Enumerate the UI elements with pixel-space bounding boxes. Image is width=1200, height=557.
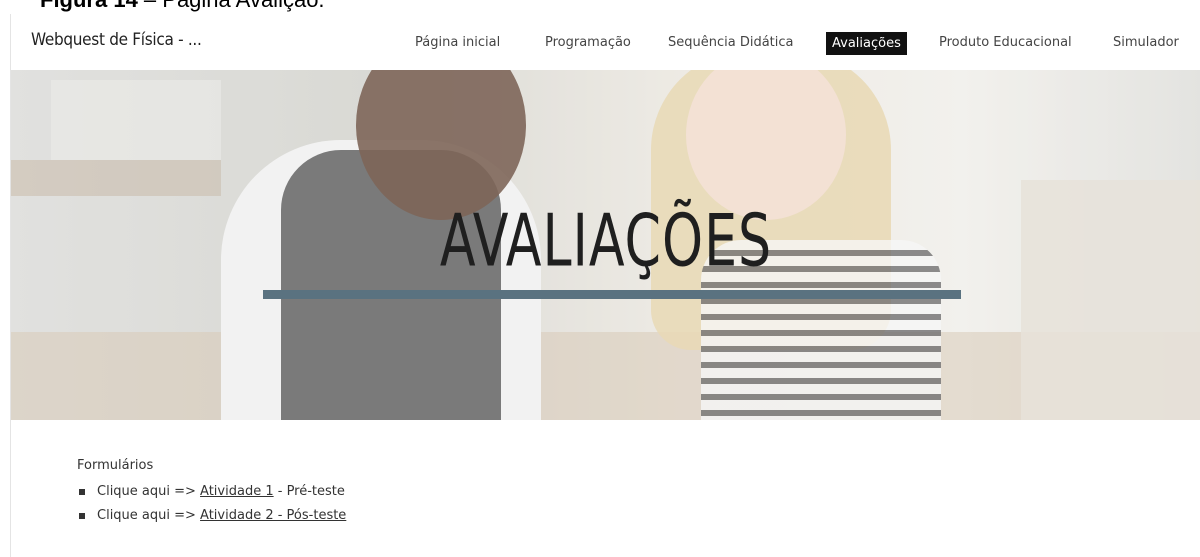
forms-list: Clique aqui => Atividade 1 - Pré-teste C… (77, 480, 346, 528)
list-item-suffix: - Pré-teste (273, 484, 345, 499)
top-navbar: Webquest de Física - ... Página inicial … (11, 14, 1200, 71)
nav-programacao[interactable]: Programação (539, 31, 637, 55)
list-item: Clique aqui => Atividade 2 - Pós-teste (77, 504, 346, 528)
figure-caption: Figura 14 – Página Avalição. (40, 0, 325, 12)
browser-page: Webquest de Física - ... Página inicial … (10, 14, 1200, 557)
square-bullet-icon (79, 513, 85, 519)
nav-sequencia-didatica[interactable]: Sequência Didática (662, 31, 800, 55)
hero-title: AVALIAÇÕES (439, 198, 773, 283)
nav-pagina-inicial[interactable]: Página inicial (409, 31, 506, 55)
atividade-2-link[interactable]: Atividade 2 - Pós-teste (200, 508, 346, 523)
list-item-prefix: Clique aqui => (97, 508, 201, 523)
nav-avaliacoes[interactable]: Avaliações (826, 32, 907, 55)
forms-heading: Formulários (77, 458, 154, 473)
nav-produto-educacional[interactable]: Produto Educacional (933, 31, 1078, 55)
figure-caption-text: – Página Avalição. (138, 0, 325, 12)
list-item-prefix: Clique aqui => (97, 484, 201, 499)
nav-simulador[interactable]: Simulador (1107, 31, 1185, 55)
hero-title-underline (263, 290, 961, 299)
site-title[interactable]: Webquest de Física - ... (31, 30, 202, 50)
main-content: Formulários Clique aqui => Atividade 1 -… (11, 420, 1200, 557)
hero-banner: AVALIAÇÕES (11, 70, 1200, 420)
list-item: Clique aqui => Atividade 1 - Pré-teste (77, 480, 346, 504)
atividade-1-link[interactable]: Atividade 1 (200, 484, 274, 499)
square-bullet-icon (79, 489, 85, 495)
figure-caption-number: Figura 14 (40, 0, 138, 12)
